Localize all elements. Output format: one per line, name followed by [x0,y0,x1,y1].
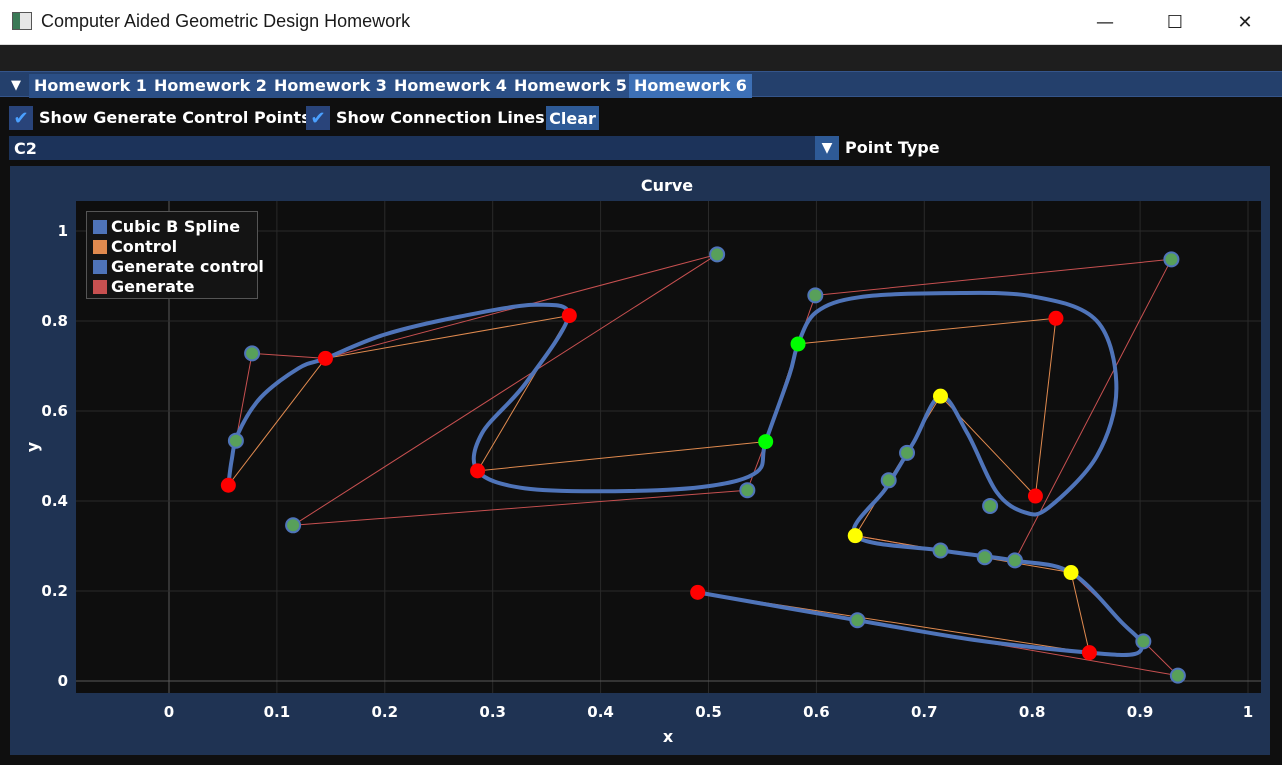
generate-control-point [880,472,897,489]
control-point [1048,310,1064,326]
y-tick-label: 0.6 [41,402,68,420]
control-point [561,308,577,324]
legend-swatch [93,280,107,294]
control-point [690,584,706,600]
control-point [220,477,236,493]
generate-control-point [807,287,824,304]
x-tick-label: 0 [164,703,174,721]
generate-control-point [1163,251,1180,268]
control-point [932,388,948,404]
legend-label: Generate control [111,257,264,276]
y-tick-label: 0.8 [41,312,68,330]
control-point [1081,645,1097,661]
y-tick-label: 0.2 [41,582,68,600]
generate-control-point [739,482,756,499]
x-tick-label: 0.1 [264,703,291,721]
x-tick-label: 0.8 [1019,703,1046,721]
control-point [847,528,863,544]
curve-plot[interactable]: 0 0.1 0.2 0.3 0.4 0.5 0.6 0.7 0.8 0.9 1 0 0.2 0.4 0.6 0… [0,0,1282,765]
legend-label: Control [111,237,178,256]
x-tick-label: 0.4 [587,703,614,721]
control-point [1063,565,1079,581]
control-point [317,350,333,366]
control-point [1027,488,1043,504]
generate-control-point [1135,633,1152,650]
x-tick-label: 0.7 [911,703,938,721]
y-tick-label: 0 [58,672,68,690]
generate-control-point [976,549,993,566]
generate-control-point [227,432,244,449]
x-tick-label: 0.2 [372,703,399,721]
legend: Cubic B Spline Control Generate control … [86,211,264,299]
legend-label: Cubic B Spline [111,217,241,236]
generate-control-point [899,444,916,461]
y-tick-label: 0.4 [41,492,68,510]
x-tick-label: 1 [1243,703,1253,721]
legend-swatch [93,220,107,234]
control-point [758,434,774,450]
y-tick-label: 1 [58,222,68,240]
control-point [470,463,486,479]
generate-control-point [709,246,726,263]
x-tick-label: 0.3 [479,703,506,721]
legend-label: Generate [111,277,195,296]
y-axis-label: y [23,441,42,452]
generate-control-point [1169,667,1186,684]
x-tick-label: 0.6 [803,703,830,721]
generate-control-point [982,497,999,514]
generate-control-point [285,517,302,534]
control-point [790,336,806,352]
generate-control-point [1006,552,1023,569]
generate-control-point [849,612,866,629]
x-tick-label: 0.9 [1127,703,1154,721]
generate-control-point [932,542,949,559]
x-axis-label: x [663,727,674,746]
generate-control-point [244,345,261,362]
legend-swatch [93,260,107,274]
x-tick-label: 0.5 [695,703,722,721]
legend-swatch [93,240,107,254]
